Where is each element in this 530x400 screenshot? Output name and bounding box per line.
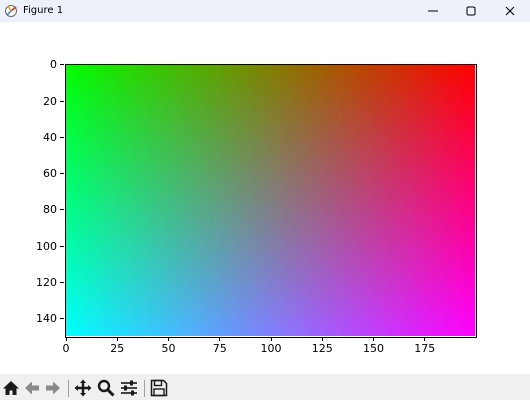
zoom-icon (97, 379, 115, 397)
x-tick-mark (270, 337, 272, 341)
y-tick-mark (60, 282, 64, 283)
toolbar-separator (144, 380, 145, 397)
y-tick-mark (60, 173, 64, 175)
window-titlebar: Figure 1 (0, 0, 530, 22)
y-tick-mark (60, 100, 64, 102)
y-tick-label: 40 (43, 130, 57, 144)
y-tick-mark (60, 64, 64, 66)
x-tick-label: 0 (62, 342, 70, 355)
home-icon (3, 381, 19, 395)
y-tick-mark (60, 318, 64, 320)
minimize-button[interactable] (413, 0, 453, 22)
maximize-button[interactable] (451, 0, 491, 22)
y-tick-label: 140 (36, 312, 57, 326)
x-tick-mark (373, 337, 375, 341)
y-tick-label: 100 (36, 239, 57, 253)
y-tick-label: 80 (43, 203, 57, 217)
forward-arrow-icon (46, 381, 60, 395)
window-title: Figure 1 (23, 5, 64, 16)
close-button[interactable] (490, 0, 530, 22)
navigation-toolbar (0, 374, 530, 400)
y-tick-mark (60, 136, 64, 138)
x-tick-label: 100 (260, 342, 282, 355)
x-tick-mark (168, 337, 170, 341)
configure-subplots-icon (121, 380, 137, 396)
x-tick-label: 25 (110, 342, 125, 355)
y-tick-label: 0 (50, 58, 57, 72)
x-tick-mark (424, 337, 426, 341)
x-tick-label: 125 (311, 342, 333, 355)
zoom-button[interactable] (96, 378, 116, 398)
y-tick-label: 60 (43, 167, 57, 181)
pan-icon (74, 379, 92, 397)
x-tick-mark (321, 337, 323, 341)
toolbar-separator (68, 380, 69, 397)
forward-button[interactable] (43, 378, 63, 398)
heatmap-right-edge-layer (65, 64, 475, 336)
x-tick-label: 150 (363, 342, 385, 355)
back-arrow-icon (25, 381, 39, 395)
x-tick-label: 75 (212, 342, 227, 355)
y-tick-label: 120 (36, 276, 57, 289)
matplotlib-figure-icon (5, 5, 17, 17)
x-tick-mark (65, 337, 67, 341)
pan-button[interactable] (73, 378, 93, 398)
y-tick-label: 20 (43, 94, 57, 108)
home-button[interactable] (1, 378, 21, 398)
x-tick-label: 175 (414, 342, 436, 355)
x-tick-mark (219, 337, 221, 341)
y-tick-mark (60, 245, 64, 247)
x-tick-mark (116, 337, 118, 341)
maximize-icon (466, 6, 476, 16)
x-tick-label: 50 (161, 342, 176, 355)
save-icon (150, 379, 168, 397)
heatmap-image[interactable] (65, 64, 475, 336)
back-button[interactable] (22, 378, 42, 398)
y-tick-mark (60, 209, 64, 211)
minimize-icon (428, 10, 438, 12)
close-icon (505, 6, 515, 16)
save-button[interactable] (149, 378, 169, 398)
configure-subplots-button[interactable] (119, 378, 139, 398)
